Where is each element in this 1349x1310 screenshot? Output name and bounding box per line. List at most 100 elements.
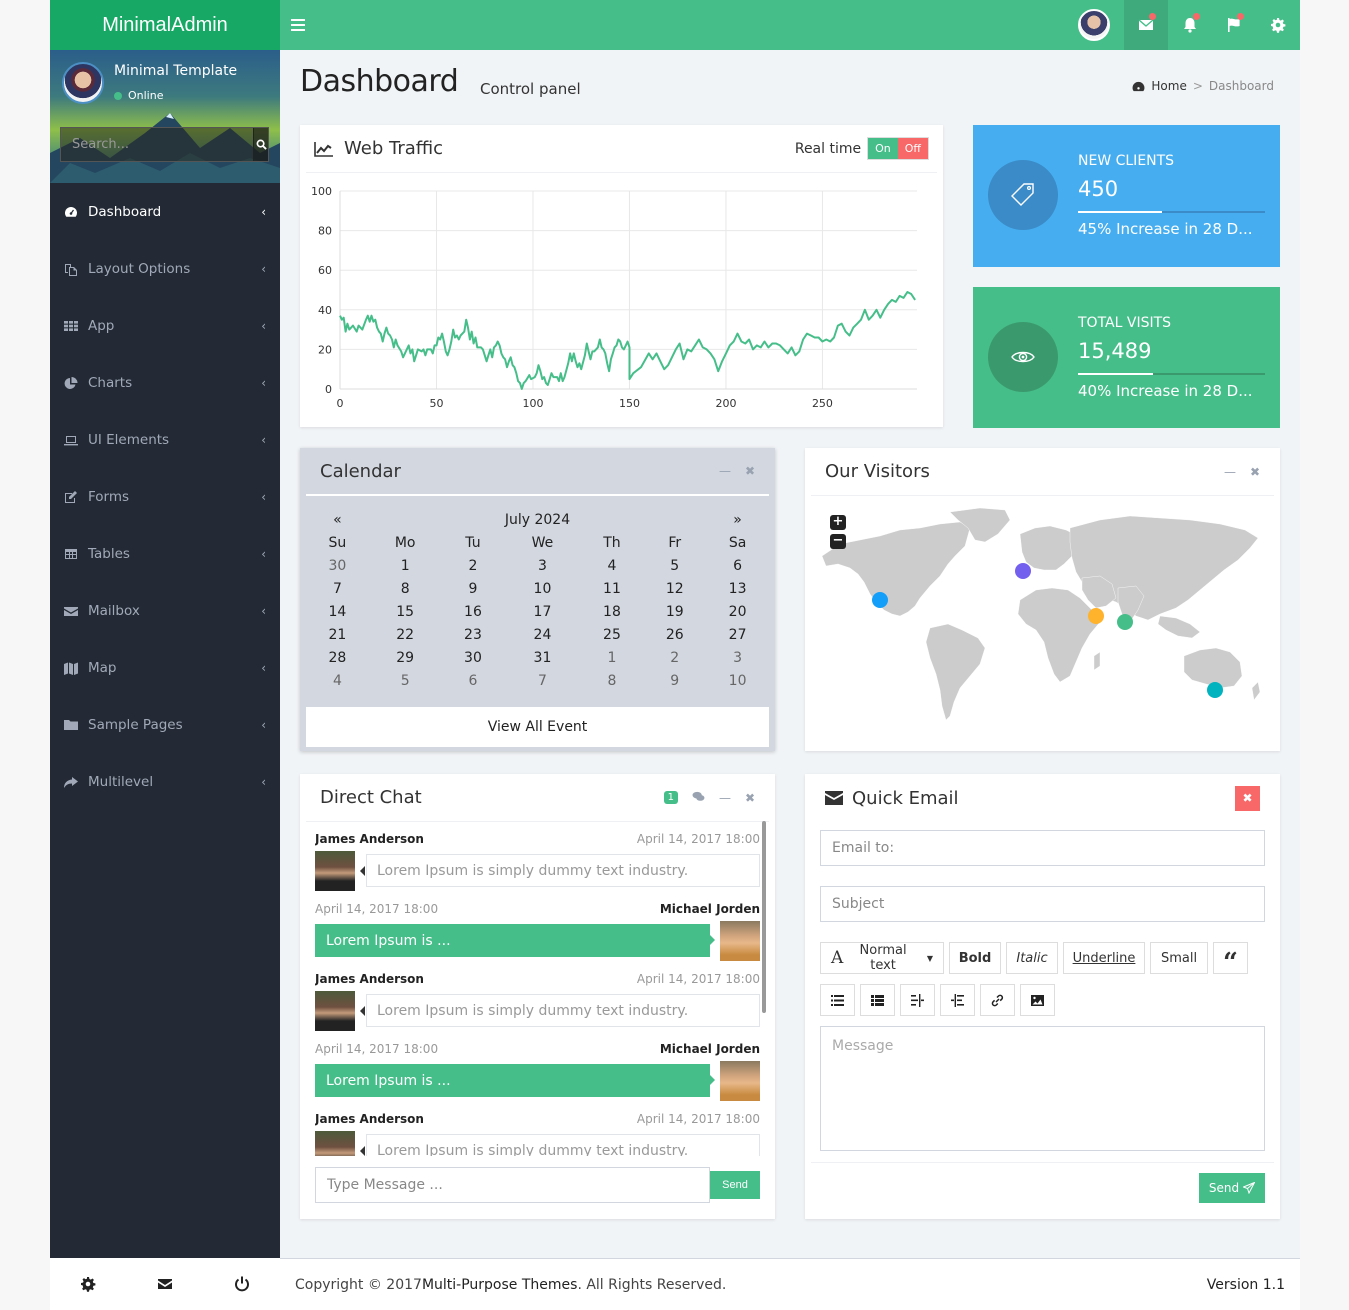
sidebar-item-forms[interactable]: Forms ‹: [50, 468, 280, 525]
email-to-input[interactable]: [820, 830, 1265, 866]
sidebar-user-avatar[interactable]: [62, 62, 104, 104]
sidebar-item-dashboard[interactable]: Dashboard ‹: [50, 183, 280, 240]
calendar-day[interactable]: 30: [442, 646, 505, 669]
world-map[interactable]: [820, 506, 1265, 731]
tasks-button[interactable]: [1212, 0, 1256, 50]
calendar-day[interactable]: 20: [706, 600, 769, 623]
calendar-day[interactable]: 12: [643, 577, 706, 600]
calendar-day[interactable]: 10: [504, 577, 580, 600]
user-avatar[interactable]: [1078, 9, 1110, 41]
calendar-day[interactable]: 4: [306, 669, 369, 692]
calendar-day[interactable]: 9: [643, 669, 706, 692]
calendar-day[interactable]: 6: [706, 554, 769, 577]
calendar-day[interactable]: 11: [581, 577, 644, 600]
chat-message-input[interactable]: [315, 1167, 710, 1203]
sidebar-user-name[interactable]: Minimal Template: [114, 63, 237, 79]
sidebar-search-button[interactable]: [253, 128, 268, 161]
calendar-day[interactable]: 29: [369, 646, 442, 669]
minimize-button[interactable]: —: [1224, 465, 1236, 479]
calendar-day[interactable]: 21: [306, 623, 369, 646]
calendar-day[interactable]: 22: [369, 623, 442, 646]
unordered-list-button[interactable]: [820, 984, 855, 1016]
calendar-day[interactable]: 5: [643, 554, 706, 577]
insert-image-button[interactable]: [1020, 984, 1055, 1016]
envelope-icon[interactable]: [157, 1276, 173, 1292]
blockquote-button[interactable]: “: [1213, 942, 1248, 976]
sidebar-item-layout-options[interactable]: Layout Options ‹: [50, 240, 280, 297]
sidebar-item-map[interactable]: Map ‹: [50, 639, 280, 696]
messages-button[interactable]: [1124, 0, 1168, 50]
power-icon[interactable]: [234, 1276, 250, 1292]
breadcrumb-home[interactable]: Home: [1151, 79, 1186, 93]
calendar-day[interactable]: 14: [306, 600, 369, 623]
sidebar-item-ui-elements[interactable]: UI Elements ‹: [50, 411, 280, 468]
calendar-day[interactable]: 6: [442, 669, 505, 692]
minimize-button[interactable]: —: [719, 464, 731, 478]
map-marker[interactable]: [872, 592, 888, 608]
minimize-button[interactable]: —: [719, 791, 731, 805]
close-button[interactable]: ✖: [1235, 785, 1260, 811]
calendar-day[interactable]: 3: [706, 646, 769, 669]
calendar-prev-button[interactable]: «: [306, 508, 369, 531]
brand-logo[interactable]: MinimalAdmin: [50, 0, 280, 50]
close-button[interactable]: ✖: [745, 464, 755, 478]
bold-button[interactable]: Bold: [949, 942, 1001, 974]
map-marker[interactable]: [1088, 608, 1104, 624]
calendar-day[interactable]: 30: [306, 554, 369, 577]
calendar-day[interactable]: 23: [442, 623, 505, 646]
calendar-day[interactable]: 1: [581, 646, 644, 669]
calendar-day[interactable]: 27: [706, 623, 769, 646]
sidebar-item-tables[interactable]: Tables ‹: [50, 525, 280, 582]
sidebar-item-charts[interactable]: Charts ‹: [50, 354, 280, 411]
calendar-day[interactable]: 31: [504, 646, 580, 669]
map-zoom-out-button[interactable]: −: [830, 534, 846, 549]
gear-icon[interactable]: [80, 1276, 96, 1292]
calendar-day[interactable]: 26: [643, 623, 706, 646]
calendar-day[interactable]: 1: [369, 554, 442, 577]
underline-button[interactable]: Underline: [1063, 942, 1145, 974]
calendar-day[interactable]: 16: [442, 600, 505, 623]
sidebar-item-sample-pages[interactable]: Sample Pages ‹: [50, 696, 280, 753]
indent-button[interactable]: [940, 984, 975, 1016]
calendar-month-label[interactable]: July 2024: [369, 508, 706, 531]
sidebar-search-input[interactable]: [61, 128, 253, 161]
map-zoom-in-button[interactable]: +: [830, 515, 846, 530]
realtime-off-button[interactable]: Off: [897, 138, 928, 159]
calendar-day[interactable]: 2: [442, 554, 505, 577]
realtime-on-button[interactable]: On: [868, 138, 898, 159]
view-all-events-button[interactable]: View All Event: [306, 707, 769, 747]
calendar-day[interactable]: 4: [581, 554, 644, 577]
calendar-day[interactable]: 7: [504, 669, 580, 692]
calendar-day[interactable]: 13: [706, 577, 769, 600]
text-format-dropdown[interactable]: A Normal text ▼: [820, 942, 944, 974]
footer-brand-link[interactable]: Multi-Purpose Themes: [422, 1277, 578, 1293]
notifications-button[interactable]: [1168, 0, 1212, 50]
calendar-day[interactable]: 8: [369, 577, 442, 600]
settings-button[interactable]: [1256, 0, 1300, 50]
calendar-day[interactable]: 25: [581, 623, 644, 646]
small-button[interactable]: Small: [1150, 942, 1208, 974]
calendar-day[interactable]: 19: [643, 600, 706, 623]
calendar-day[interactable]: 8: [581, 669, 644, 692]
calendar-day[interactable]: 9: [442, 577, 505, 600]
map-marker[interactable]: [1117, 614, 1133, 630]
close-button[interactable]: ✖: [745, 791, 755, 805]
calendar-day[interactable]: 17: [504, 600, 580, 623]
outdent-button[interactable]: [900, 984, 935, 1016]
calendar-next-button[interactable]: »: [706, 508, 769, 531]
insert-link-button[interactable]: [980, 984, 1015, 1016]
italic-button[interactable]: Italic: [1006, 942, 1058, 974]
email-send-button[interactable]: Send: [1199, 1173, 1265, 1203]
calendar-day[interactable]: 15: [369, 600, 442, 623]
chat-scrollbar[interactable]: [762, 821, 766, 1013]
sidebar-toggle-button[interactable]: [280, 0, 316, 50]
sidebar-item-mailbox[interactable]: Mailbox ‹: [50, 582, 280, 639]
ordered-list-button[interactable]: [860, 984, 895, 1016]
calendar-day[interactable]: 24: [504, 623, 580, 646]
calendar-day[interactable]: 5: [369, 669, 442, 692]
map-marker[interactable]: [1015, 563, 1031, 579]
calendar-day[interactable]: 28: [306, 646, 369, 669]
close-button[interactable]: ✖: [1250, 465, 1260, 479]
map-marker[interactable]: [1207, 682, 1223, 698]
sidebar-item-app[interactable]: App ‹: [50, 297, 280, 354]
